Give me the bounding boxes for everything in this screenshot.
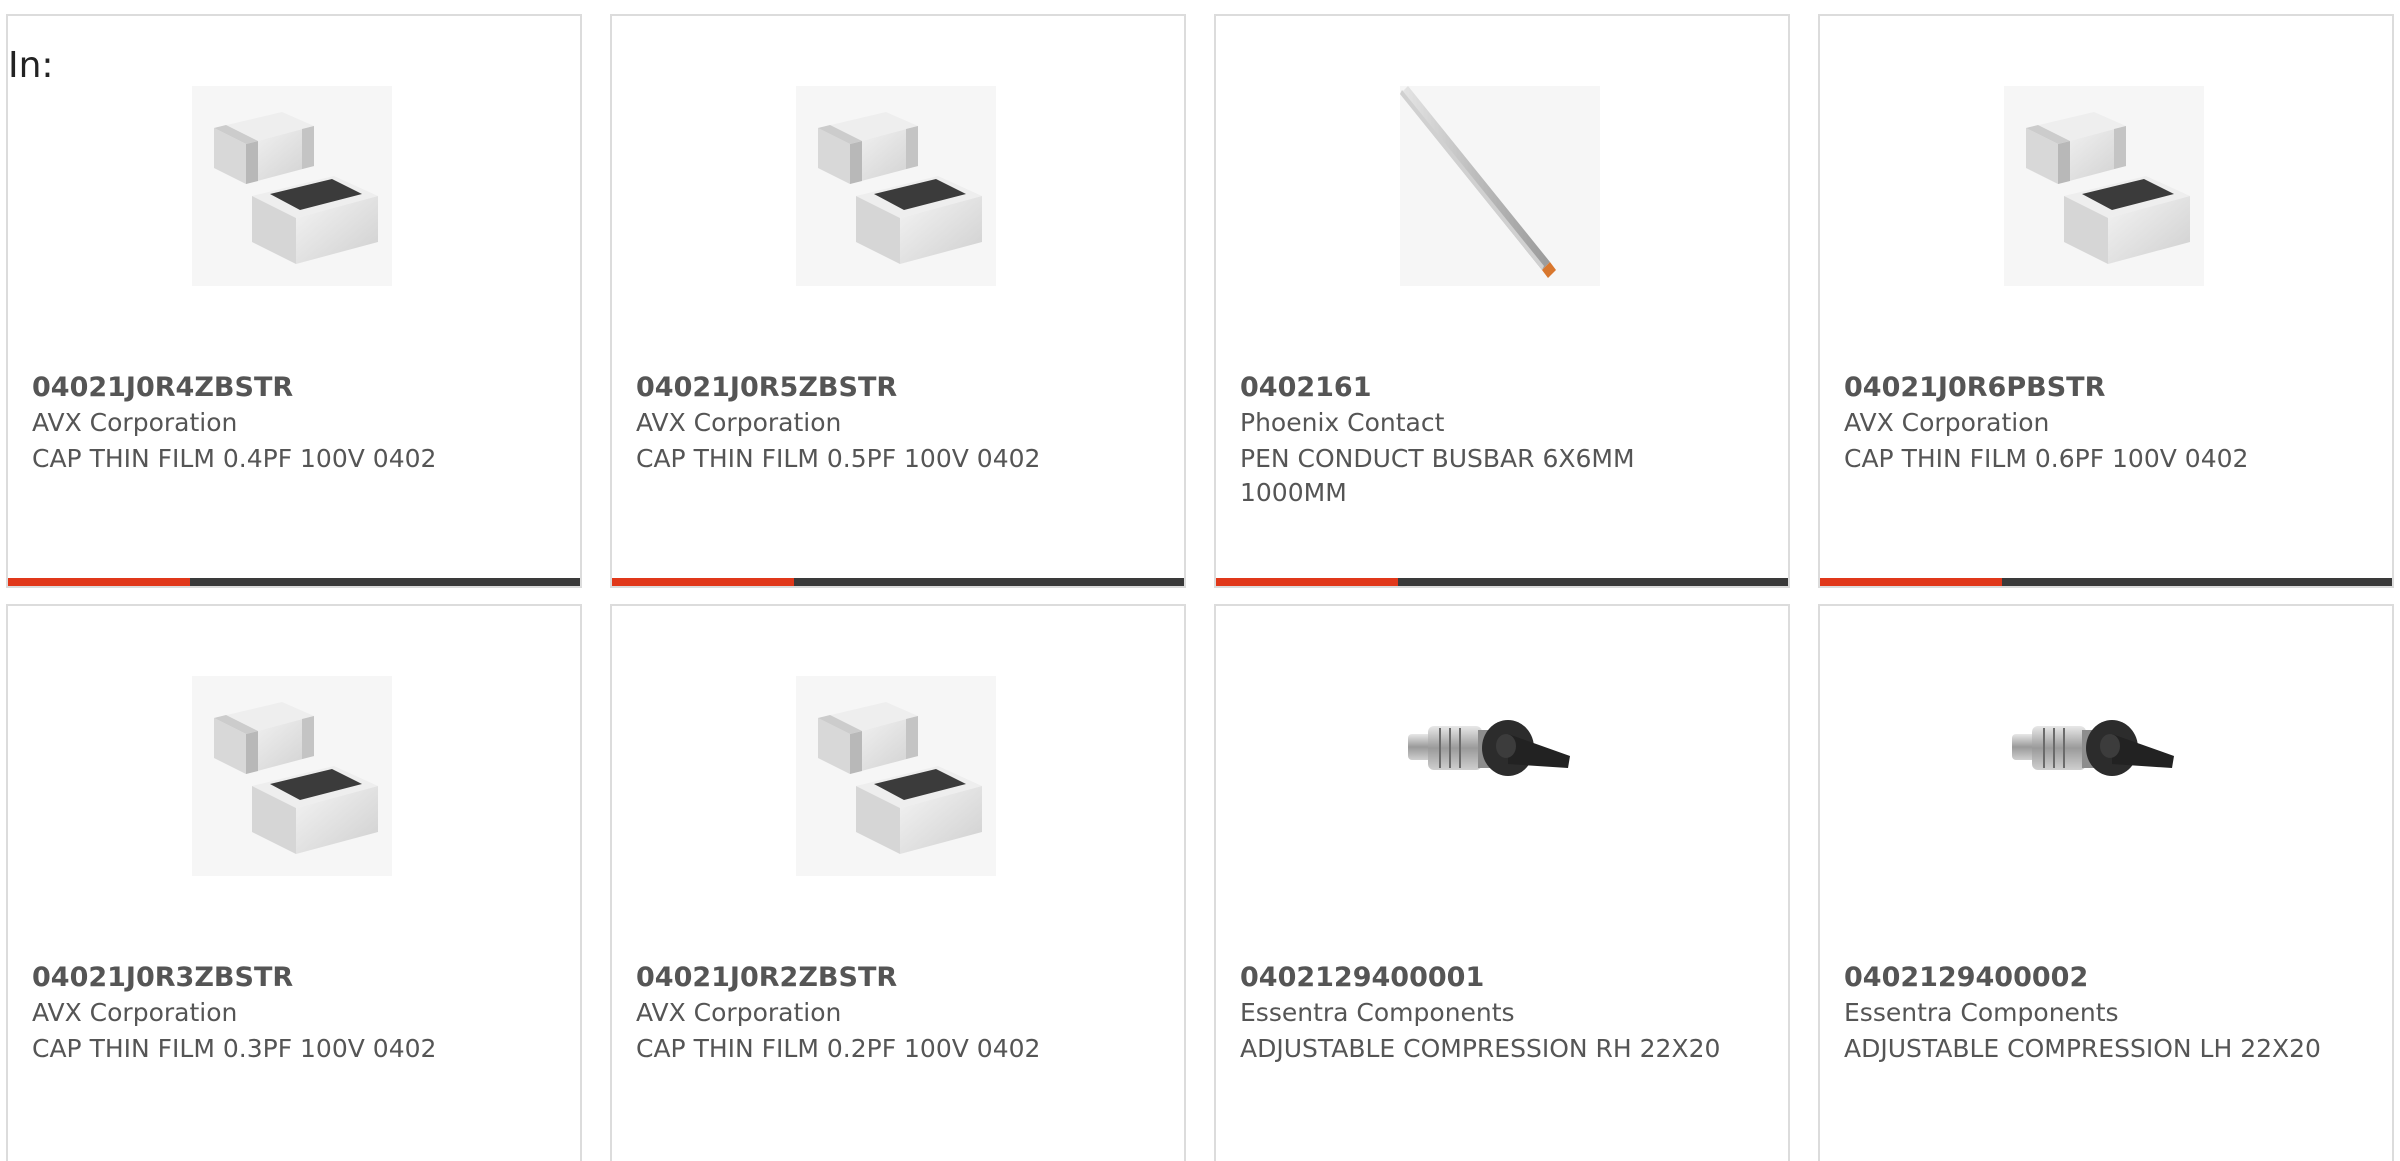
product-card[interactable]: 04021J0R4ZBSTR AVX Corporation CAP THIN … [6,14,582,588]
product-card[interactable]: 0402161 Phoenix Contact PEN CONDUCT BUSB… [1214,14,1790,588]
smd-capacitor-image [818,702,982,854]
product-description: ADJUSTABLE COMPRESSION RH 22X20 [1240,1034,1721,1063]
product-image[interactable] [192,86,392,286]
card-footer-bar [612,578,1184,586]
part-number-link[interactable]: 04021J0R3ZBSTR [32,962,293,993]
manufacturer-name: AVX Corporation [636,998,842,1027]
product-image[interactable] [2004,676,2204,876]
product-card[interactable]: 04021J0R3ZBSTR AVX Corporation CAP THIN … [6,604,582,1161]
product-description: CAP THIN FILM 0.2PF 100V 0402 [636,1034,1041,1063]
card-accent-bar [1820,578,2002,586]
product-image[interactable] [1400,676,1600,876]
manufacturer-name: AVX Corporation [636,408,842,437]
product-card[interactable]: 04021J0R6PBSTR AVX Corporation CAP THIN … [1818,14,2394,588]
part-number-link[interactable]: 04021J0R4ZBSTR [32,372,293,403]
part-number-link[interactable]: 04021J0R2ZBSTR [636,962,897,993]
product-image[interactable] [796,676,996,876]
product-description: CAP THIN FILM 0.3PF 100V 0402 [32,1034,437,1063]
card-footer-bar [1820,578,2392,586]
manufacturer-name: AVX Corporation [1844,408,2050,437]
manufacturer-name: Essentra Components [1240,998,1515,1027]
product-image[interactable] [192,676,392,876]
smd-capacitor-image [214,702,378,854]
product-image[interactable] [2004,86,2204,286]
card-accent-bar [1216,578,1398,586]
product-description: CAP THIN FILM 0.6PF 100V 0402 [1844,444,2249,473]
product-grid: 04021J0R4ZBSTR AVX Corporation CAP THIN … [0,0,2400,1161]
product-card[interactable]: 04021J0R5ZBSTR AVX Corporation CAP THIN … [610,14,1186,588]
product-results-page: In: 04021J0R4ZBSTR AVX Corporation CAP T… [0,0,2400,1161]
smd-capacitor-image [214,112,378,264]
card-footer-bar [1216,578,1788,586]
manufacturer-name: AVX Corporation [32,408,238,437]
product-card[interactable]: 0402129400001 Essentra Components ADJUST… [1214,604,1790,1161]
manufacturer-name: Phoenix Contact [1240,408,1445,437]
product-image[interactable] [1400,86,1600,286]
manufacturer-name: AVX Corporation [32,998,238,1027]
compression-latch-image [2012,720,2174,776]
product-description: ADJUSTABLE COMPRESSION LH 22X20 [1844,1034,2321,1063]
product-description: PEN CONDUCT BUSBAR 6X6MM 1000MM [1240,444,1635,507]
part-number-link[interactable]: 04021J0R5ZBSTR [636,372,897,403]
card-footer-bar [8,578,580,586]
product-description: CAP THIN FILM 0.4PF 100V 0402 [32,444,437,473]
part-number-link[interactable]: 0402161 [1240,372,1372,403]
card-accent-bar [8,578,190,586]
product-card[interactable]: 0402129400002 Essentra Components ADJUST… [1818,604,2394,1161]
manufacturer-name: Essentra Components [1844,998,2119,1027]
smd-capacitor-image [2026,112,2190,264]
part-number-link[interactable]: 04021J0R6PBSTR [1844,372,2105,403]
product-card[interactable]: 04021J0R2ZBSTR AVX Corporation CAP THIN … [610,604,1186,1161]
part-number-link[interactable]: 0402129400002 [1844,962,2088,993]
product-image[interactable] [796,86,996,286]
smd-capacitor-image [818,112,982,264]
product-description: CAP THIN FILM 0.5PF 100V 0402 [636,444,1041,473]
filter-in-label: In: [8,45,54,86]
busbar-image [1400,86,1556,278]
card-accent-bar [612,578,794,586]
part-number-link[interactable]: 0402129400001 [1240,962,1484,993]
compression-latch-image [1408,720,1570,776]
